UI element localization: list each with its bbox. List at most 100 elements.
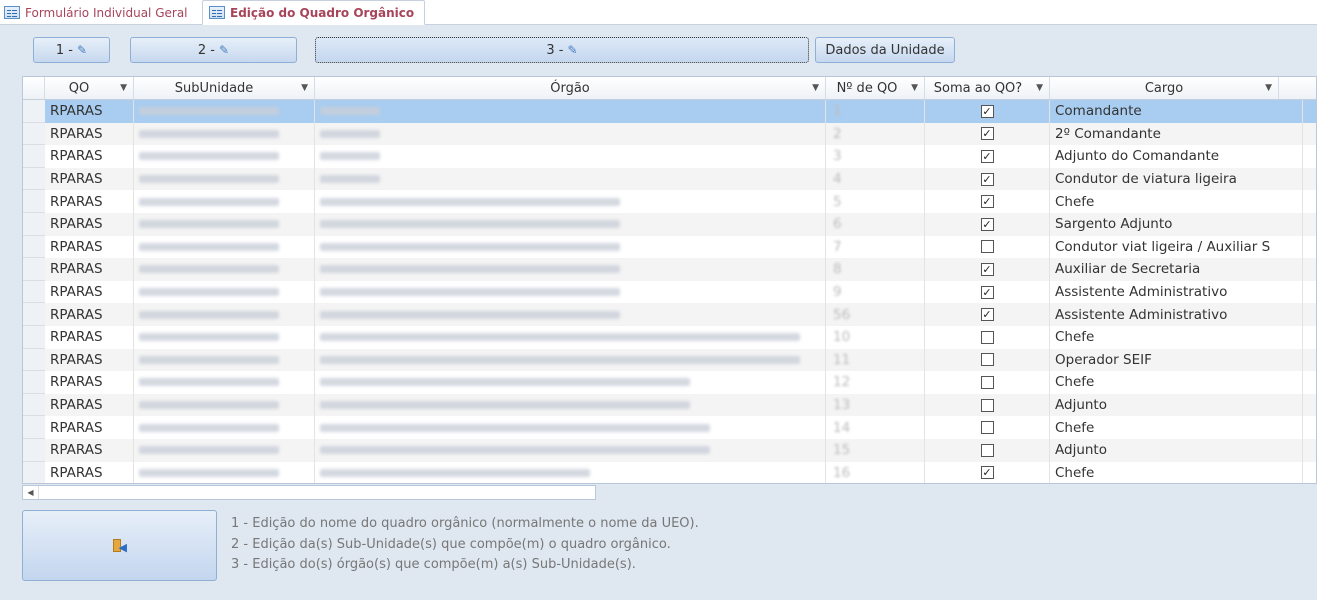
soma-checkbox[interactable]: ✓	[980, 195, 994, 209]
soma-checkbox[interactable]	[980, 421, 994, 435]
record-selector[interactable]	[23, 145, 45, 168]
cell-subunidade[interactable]	[134, 190, 315, 213]
cell-soma-ao-qo[interactable]	[925, 416, 1050, 439]
record-selector[interactable]	[23, 100, 45, 123]
cell-cargo[interactable]: Chefe	[1050, 326, 1303, 349]
column-header-orgao[interactable]: Órgão ▼	[315, 77, 826, 99]
cell-orgao[interactable]	[315, 213, 826, 236]
cell-orgao[interactable]	[315, 258, 826, 281]
cell-qo[interactable]: RPARAS	[45, 303, 134, 326]
cell-n-de-qo[interactable]: 3	[826, 145, 925, 168]
cell-cargo[interactable]: Adjunto	[1050, 439, 1303, 462]
table-row[interactable]: RPARAS 5 ✓ Chefe	[23, 190, 1316, 213]
column-header-n-de-qo[interactable]: Nº de QO ▼	[826, 77, 925, 99]
sort-dropdown-icon[interactable]: ▼	[911, 83, 918, 93]
cell-subunidade[interactable]	[134, 235, 315, 259]
cell-cargo[interactable]: Chefe	[1050, 416, 1303, 439]
cell-qo[interactable]: RPARAS	[45, 167, 134, 191]
table-row[interactable]: RPARAS 7 Condutor viat ligeira / Auxiliar …	[23, 235, 1316, 259]
table-row[interactable]: RPARAS 2 ✓ 2º Comandante	[23, 122, 1316, 146]
cell-subunidade[interactable]	[134, 145, 315, 168]
cell-orgao[interactable]	[315, 326, 826, 349]
cell-cargo[interactable]: Chefe	[1050, 461, 1303, 483]
cell-qo[interactable]: RPARAS	[45, 122, 134, 146]
cell-qo[interactable]: RPARAS	[45, 348, 134, 372]
cell-soma-ao-qo[interactable]	[925, 348, 1050, 372]
sort-dropdown-icon[interactable]: ▼	[301, 83, 308, 93]
cell-soma-ao-qo[interactable]	[925, 393, 1050, 417]
cell-orgao[interactable]	[315, 393, 826, 417]
record-selector[interactable]	[23, 393, 45, 417]
soma-checkbox[interactable]: ✓	[980, 217, 994, 231]
cell-subunidade[interactable]	[134, 100, 315, 123]
record-selector[interactable]	[23, 416, 45, 439]
cell-subunidade[interactable]	[134, 348, 315, 372]
record-selector[interactable]	[23, 371, 45, 394]
record-selector[interactable]	[23, 235, 45, 259]
cell-cargo[interactable]: Assistente Administrativo	[1050, 280, 1303, 304]
tab-edicao-quadro-organico[interactable]: Edição do Quadro Orgânico	[202, 0, 426, 25]
cell-soma-ao-qo[interactable]: ✓	[925, 303, 1050, 326]
edit-qo-name-button[interactable]: 1 - ✎	[33, 37, 110, 63]
cell-cargo[interactable]: Adjunto	[1050, 393, 1303, 417]
cell-soma-ao-qo[interactable]: ✓	[925, 461, 1050, 483]
cell-orgao[interactable]	[315, 371, 826, 394]
column-header-cargo[interactable]: Cargo ▼	[1050, 77, 1279, 99]
table-row[interactable]: RPARAS 15 Adjunto	[23, 439, 1316, 462]
record-selector[interactable]	[23, 167, 45, 191]
sort-dropdown-icon[interactable]: ▼	[812, 83, 819, 93]
cell-soma-ao-qo[interactable]: ✓	[925, 190, 1050, 213]
sort-dropdown-icon[interactable]: ▼	[120, 83, 127, 93]
soma-checkbox[interactable]	[980, 375, 994, 389]
soma-checkbox[interactable]: ✓	[980, 172, 994, 186]
record-selector[interactable]	[23, 348, 45, 372]
cell-cargo[interactable]: Comandante	[1050, 100, 1303, 123]
soma-checkbox[interactable]: ✓	[980, 104, 994, 118]
cell-qo[interactable]: RPARAS	[45, 439, 134, 462]
horizontal-scrollbar[interactable]: ◀	[22, 485, 596, 500]
cell-soma-ao-qo[interactable]	[925, 326, 1050, 349]
record-selector[interactable]	[23, 326, 45, 349]
cell-orgao[interactable]	[315, 100, 826, 123]
table-row[interactable]: RPARAS 6 ✓ Sargento Adjunto	[23, 213, 1316, 236]
cell-orgao[interactable]	[315, 167, 826, 191]
cell-subunidade[interactable]	[134, 258, 315, 281]
table-row[interactable]: RPARAS 12 Chefe	[23, 371, 1316, 394]
cell-qo[interactable]: RPARAS	[45, 213, 134, 236]
cell-orgao[interactable]	[315, 145, 826, 168]
table-row[interactable]: RPARAS 14 Chefe	[23, 416, 1316, 439]
cell-cargo[interactable]: 2º Comandante	[1050, 122, 1303, 146]
cell-n-de-qo[interactable]: 12	[826, 371, 925, 394]
cell-soma-ao-qo[interactable]	[925, 439, 1050, 462]
cell-soma-ao-qo[interactable]: ✓	[925, 122, 1050, 146]
cell-n-de-qo[interactable]: 8	[826, 258, 925, 281]
cell-cargo[interactable]: Condutor viat ligeira / Auxiliar S	[1050, 235, 1303, 259]
record-selector[interactable]	[23, 461, 45, 483]
cell-qo[interactable]: RPARAS	[45, 371, 134, 394]
cell-soma-ao-qo[interactable]: ✓	[925, 280, 1050, 304]
cell-cargo[interactable]: Chefe	[1050, 190, 1303, 213]
cell-n-de-qo[interactable]: 13	[826, 393, 925, 417]
table-row[interactable]: RPARAS 3 ✓ Adjunto do Comandante	[23, 145, 1316, 168]
soma-checkbox[interactable]	[980, 398, 994, 412]
cell-n-de-qo[interactable]: 11	[826, 348, 925, 372]
cell-n-de-qo[interactable]: 1	[826, 100, 925, 123]
cell-subunidade[interactable]	[134, 167, 315, 191]
cell-orgao[interactable]	[315, 235, 826, 259]
soma-checkbox[interactable]	[980, 443, 994, 457]
cell-soma-ao-qo[interactable]: ✓	[925, 145, 1050, 168]
cell-orgao[interactable]	[315, 416, 826, 439]
cell-qo[interactable]: RPARAS	[45, 145, 134, 168]
table-row[interactable]: RPARAS 4 ✓ Condutor de viatura ligeira	[23, 167, 1316, 191]
record-selector[interactable]	[23, 439, 45, 462]
cell-qo[interactable]: RPARAS	[45, 258, 134, 281]
cell-orgao[interactable]	[315, 280, 826, 304]
cell-soma-ao-qo[interactable]: ✓	[925, 167, 1050, 191]
record-selector[interactable]	[23, 280, 45, 304]
cell-orgao[interactable]	[315, 190, 826, 213]
close-form-button[interactable]: ◀	[22, 510, 217, 581]
soma-checkbox[interactable]: ✓	[980, 262, 994, 276]
cell-soma-ao-qo[interactable]: ✓	[925, 100, 1050, 123]
cell-qo[interactable]: RPARAS﹀	[45, 100, 134, 123]
cell-n-de-qo[interactable]: 5	[826, 190, 925, 213]
